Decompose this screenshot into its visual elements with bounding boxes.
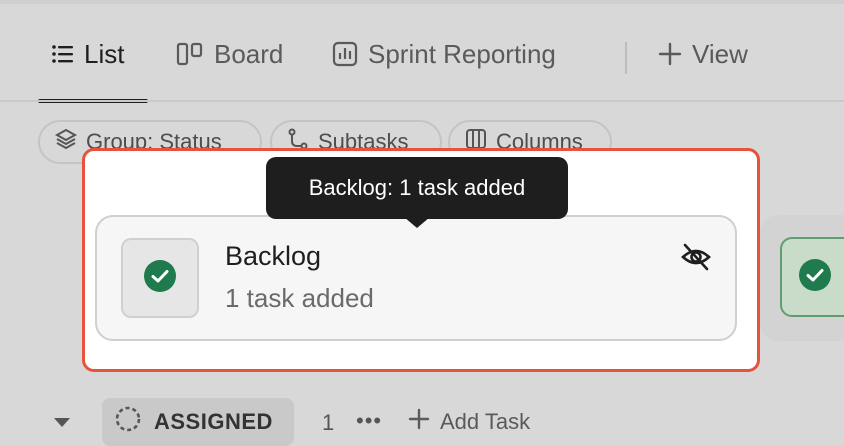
board-icon [176, 42, 204, 66]
collapse-caret-icon[interactable] [54, 418, 70, 427]
card-title: Backlog [225, 241, 322, 271]
chart-icon [332, 41, 358, 67]
add-view-button[interactable]: View [658, 34, 748, 74]
tab-list[interactable]: List [52, 34, 124, 74]
tab-divider [625, 42, 627, 74]
status-label: ASSIGNED [154, 409, 273, 434]
next-status-card[interactable] [780, 237, 844, 317]
more-options-icon[interactable]: ••• [356, 408, 382, 434]
tooltip: Backlog: 1 task added [266, 157, 568, 219]
add-task-button[interactable]: Add Task [408, 408, 530, 436]
tab-label: View [692, 38, 748, 69]
plus-icon [408, 408, 430, 436]
view-tabs: List Board Sprint Reporting View [0, 4, 844, 103]
tab-label: List [84, 38, 125, 69]
tabs-divider [0, 100, 844, 102]
add-task-label: Add Task [440, 409, 531, 434]
check-circle-icon [798, 258, 832, 297]
status-icon-box [121, 238, 199, 318]
tab-board[interactable]: Board [176, 34, 283, 74]
tab-sprint-reporting[interactable]: Sprint Reporting [332, 34, 556, 74]
list-icon [52, 44, 74, 64]
dashed-circle-icon [114, 405, 142, 439]
tooltip-arrow [404, 217, 430, 228]
plus-icon [658, 42, 682, 66]
check-circle-icon [143, 259, 177, 298]
card-subtitle: 1 task added [225, 283, 374, 313]
tab-label: Board [214, 38, 284, 69]
eye-off-icon[interactable] [680, 242, 712, 277]
status-group-pill[interactable]: ASSIGNED [102, 398, 294, 446]
task-count: 1 [322, 410, 335, 435]
tab-label: Sprint Reporting [368, 38, 556, 69]
layers-icon [54, 127, 78, 157]
